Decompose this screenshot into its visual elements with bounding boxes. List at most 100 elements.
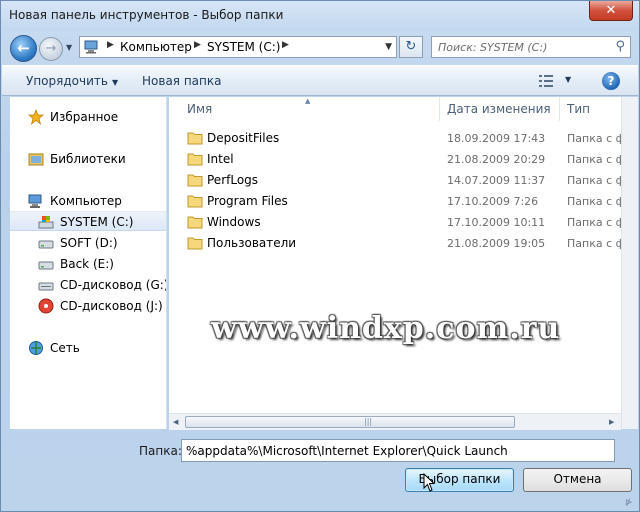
file-date: 21.08.2009 20:29 <box>447 153 546 166</box>
organize-button[interactable]: Упорядочить ▼ <box>26 74 118 88</box>
address-bar[interactable]: ▶ Компьютер ▶ SYSTEM (C:) ▶ ▼ <box>79 36 397 58</box>
column-header-label: Дата изменения <box>447 102 551 116</box>
computer-icon <box>84 40 98 54</box>
breadcrumb-computer[interactable]: Компьютер <box>120 40 192 54</box>
nav-item-label: Компьютер <box>50 194 122 208</box>
watermark: www.windxp.com.ru <box>211 311 561 346</box>
breadcrumb-system-drive[interactable]: SYSTEM (C:) <box>207 40 280 54</box>
folder-path-field[interactable] <box>181 439 615 462</box>
nav-item-computer[interactable]: Компьютер <box>10 191 166 211</box>
folder-icon <box>187 195 203 208</box>
folder-icon <box>187 174 203 187</box>
file-name: Windows <box>207 215 261 229</box>
help-icon[interactable]: ? <box>602 72 620 90</box>
nav-item-network[interactable]: Сеть <box>10 338 166 358</box>
library-icon <box>28 153 44 166</box>
nav-item-system-drive[interactable]: SYSTEM (C:) <box>10 211 166 231</box>
file-name: Program Files <box>207 194 288 208</box>
computer-icon <box>28 194 42 208</box>
folder-picker-dialog: Новая панель инструментов - Выбор папки … <box>0 0 640 512</box>
drive-icon <box>38 240 54 249</box>
file-date: 18.09.2009 17:43 <box>447 132 546 145</box>
resize-grip-icon[interactable]: ⋫ <box>625 498 633 508</box>
drive-icon <box>38 261 54 270</box>
cancel-button[interactable]: Отмена <box>523 468 632 492</box>
file-date: 21.08.2009 19:05 <box>447 237 546 250</box>
table-row[interactable]: Intel 21.08.2009 20:29 Папка с фай <box>169 149 633 170</box>
table-row[interactable]: Windows 17.10.2009 10:11 Папка с фай <box>169 212 633 233</box>
nav-item-label: SOFT (D:) <box>60 236 118 250</box>
folder-icon <box>187 132 203 145</box>
column-header-date[interactable]: Дата изменения <box>440 97 560 121</box>
scroll-left-icon[interactable]: ◀ <box>173 418 178 426</box>
recent-pages-dropdown-icon[interactable]: ▼ <box>66 43 72 52</box>
cd-disc-icon <box>38 298 54 314</box>
folder-icon <box>187 237 203 250</box>
chevron-down-icon: ▼ <box>111 78 119 87</box>
column-header-name[interactable]: Имя <box>169 97 439 121</box>
horizontal-scrollbar[interactable]: ◀ ||| ▶ <box>169 413 621 430</box>
address-row: ← → ▼ ▶ Компьютер ▶ SYSTEM (C:) ▶ ▼ ↻ ⚲ <box>1 31 639 63</box>
view-options-icon[interactable] <box>539 75 553 87</box>
command-toolbar: Упорядочить ▼ Новая папка ▼ ? <box>2 65 638 96</box>
file-name: Intel <box>207 152 234 166</box>
table-row[interactable]: PerfLogs 14.07.2009 11:37 Папка с фай <box>169 170 633 191</box>
search-icon[interactable]: ⚲ <box>615 39 625 54</box>
nav-item-soft-drive[interactable]: SOFT (D:) <box>10 233 166 253</box>
file-date: 14.07.2009 11:37 <box>447 174 546 187</box>
folder-icon <box>187 153 203 166</box>
system-drive-icon <box>38 216 54 229</box>
column-header-label: Имя <box>187 102 213 116</box>
title-bar[interactable]: Новая панель инструментов - Выбор папки … <box>1 1 639 31</box>
nav-item-back-drive[interactable]: Back (E:) <box>10 254 166 274</box>
file-date: 17.10.2009 10:11 <box>447 216 546 229</box>
nav-item-favorites[interactable]: Избранное <box>10 107 166 127</box>
folder-icon <box>187 216 203 229</box>
new-folder-button[interactable]: Новая папка <box>142 74 221 88</box>
sort-ascending-icon: ▲ <box>305 97 311 105</box>
file-list: Имя ▲ Дата изменения Тип DepositFiles 18… <box>169 97 633 429</box>
mouse-cursor-icon <box>423 473 435 492</box>
nav-item-label: Избранное <box>50 110 119 124</box>
table-row[interactable]: Program Files 17.10.2009 7:26 Папка с фа… <box>169 191 633 212</box>
file-name: Пользователи <box>207 236 297 250</box>
view-dropdown-icon[interactable]: ▼ <box>565 75 571 84</box>
table-row[interactable]: DepositFiles 18.09.2009 17:43 Папка с фа… <box>169 128 633 149</box>
scrollbar-thumb[interactable]: ||| <box>185 416 515 428</box>
nav-item-libraries[interactable]: Библиотеки <box>10 149 166 169</box>
nav-item-label: Сеть <box>50 341 80 355</box>
star-icon <box>28 109 44 125</box>
search-box[interactable]: ⚲ <box>431 36 631 58</box>
file-name: PerfLogs <box>207 173 259 187</box>
file-date: 17.10.2009 7:26 <box>447 195 539 208</box>
breadcrumb-separator[interactable]: ▶ <box>194 40 201 50</box>
search-input[interactable] <box>438 39 606 55</box>
organize-label: Упорядочить <box>26 74 108 88</box>
network-icon <box>29 341 43 355</box>
column-header-label: Тип <box>567 102 590 116</box>
nav-item-label: SYSTEM (C:) <box>60 215 134 229</box>
folder-label: Папка: <box>139 444 182 458</box>
cd-drive-icon <box>38 282 54 291</box>
breadcrumb-separator[interactable]: ▶ <box>282 40 289 50</box>
file-name: DepositFiles <box>207 131 280 145</box>
nav-item-label: Библиотеки <box>50 152 126 166</box>
window-title: Новая панель инструментов - Выбор папки <box>9 8 284 22</box>
table-row[interactable]: Пользователи 21.08.2009 19:05 Папка с фа… <box>169 233 633 254</box>
breadcrumb-separator[interactable]: ▶ <box>107 40 114 50</box>
vertical-scrollbar[interactable] <box>621 97 638 429</box>
nav-item-cd-drive-g[interactable]: CD-дисковод (G:) <box>10 275 167 295</box>
scroll-right-icon[interactable]: ▶ <box>609 418 614 426</box>
nav-item-label: CD-дисковод (J:) AN <box>60 299 166 313</box>
select-folder-button[interactable]: Выбор папки <box>405 468 514 492</box>
grip-icon: ||| <box>364 417 373 426</box>
refresh-button[interactable]: ↻ <box>399 36 423 58</box>
nav-item-cd-drive-j[interactable]: CD-дисковод (J:) AN <box>10 296 166 316</box>
nav-item-label: CD-дисковод (G:) <box>60 278 167 292</box>
chevron-down-icon[interactable]: ▼ <box>385 42 392 52</box>
close-button[interactable]: ✕ <box>589 1 633 21</box>
back-button[interactable]: ← <box>10 35 37 62</box>
nav-item-label: Back (E:) <box>60 257 114 271</box>
forward-button[interactable]: → <box>39 37 63 61</box>
navigation-pane: Избранное Библиотеки Компьютер SYSTEM (C… <box>10 97 167 429</box>
